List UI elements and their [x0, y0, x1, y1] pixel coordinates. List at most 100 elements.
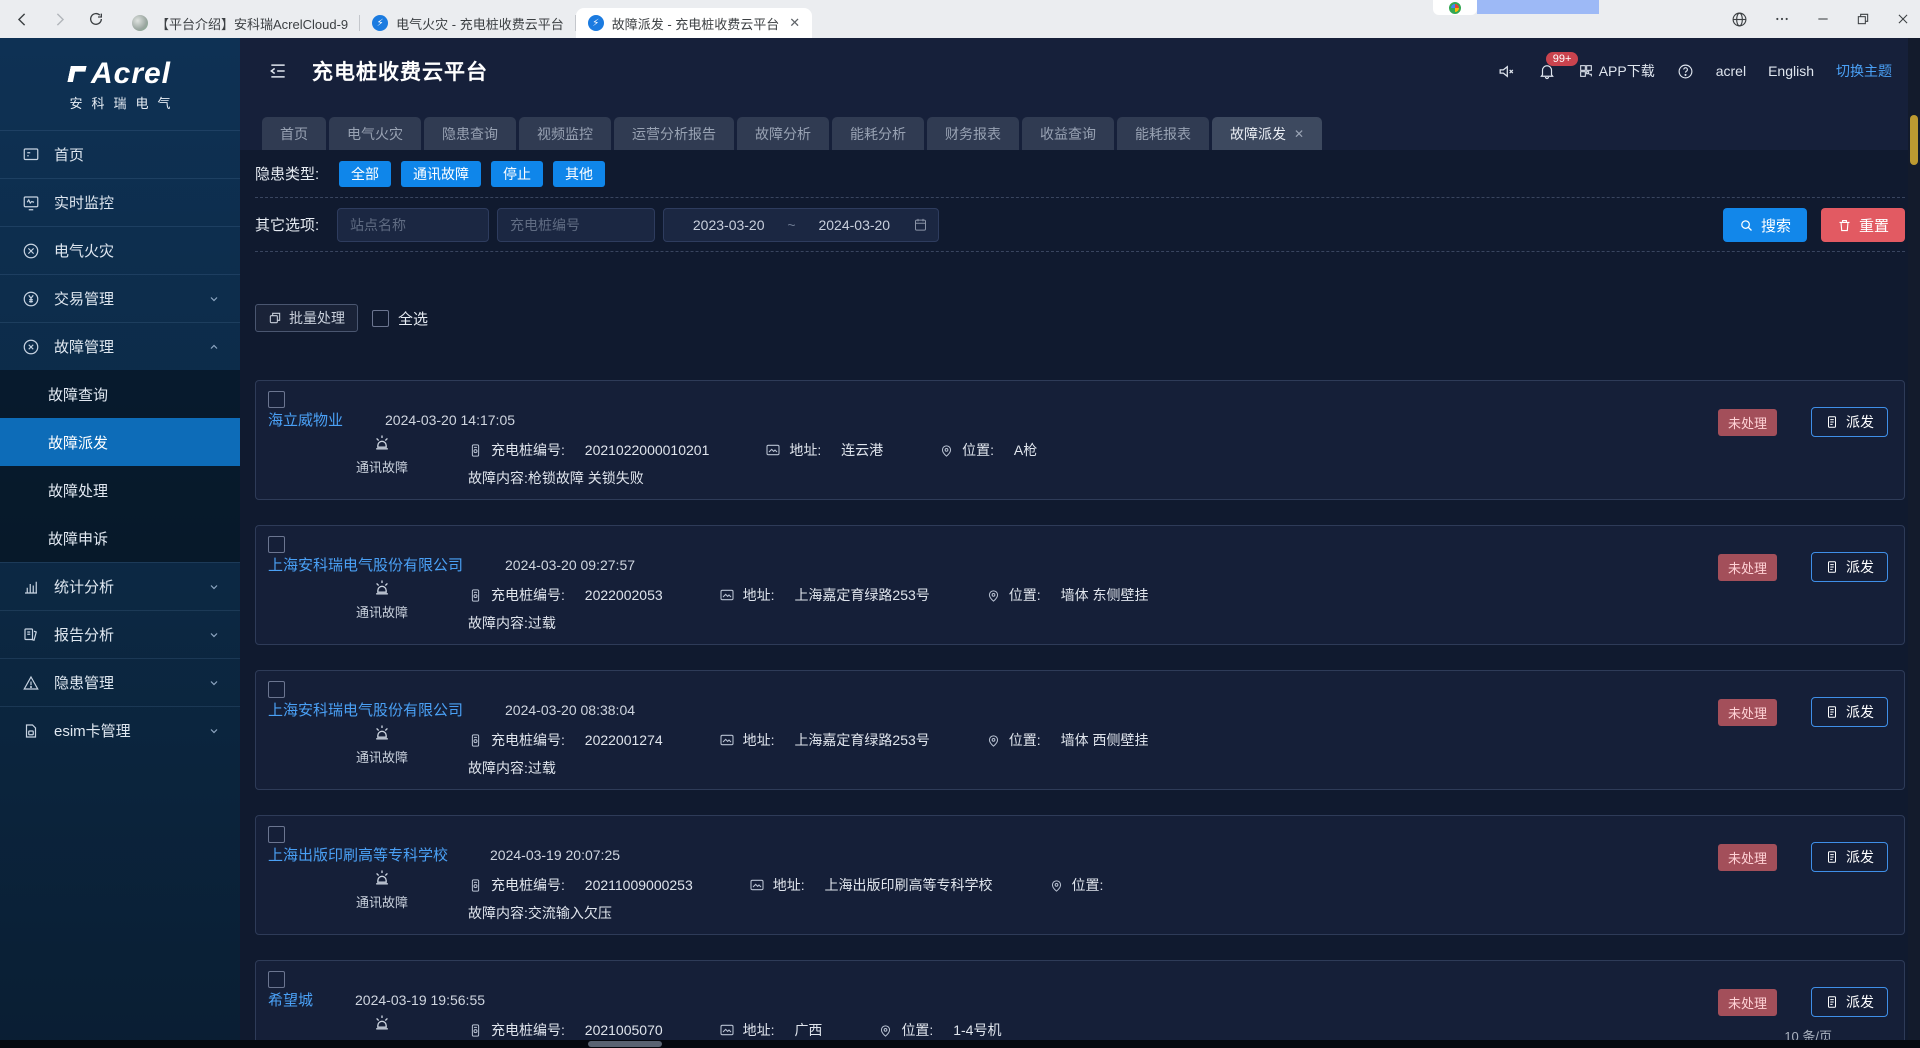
sidebar-item-monitoring[interactable]: 实时监控 [0, 178, 240, 226]
browser-back-icon[interactable] [14, 11, 31, 28]
browser-tab-2[interactable]: ⚡ 电气火灾 - 充电桩收费云平台 [360, 8, 576, 38]
horizontal-scroll-thumb[interactable] [588, 1041, 662, 1047]
pile-number-input[interactable] [497, 208, 655, 242]
location-value: 1-4号机 [953, 1020, 1001, 1040]
sidebar-item-fault-management[interactable]: 故障管理 [0, 322, 240, 370]
charging-pile-icon [468, 733, 483, 748]
fault-icon [22, 338, 40, 356]
sidebar-fold-icon[interactable] [268, 61, 288, 81]
tab-label: 财务报表 [945, 124, 1001, 144]
card-checkbox[interactable] [268, 391, 285, 408]
tab-energy-report[interactable]: 能耗报表 [1117, 117, 1209, 150]
browser-tab-1[interactable]: 【平台介绍】安科瑞AcrelCloud-9 [120, 8, 360, 38]
sidebar-item-home[interactable]: 首页 [0, 130, 240, 178]
vertical-scroll-thumb[interactable] [1910, 115, 1918, 165]
sidebar-item-esim[interactable]: esim卡管理 [0, 706, 240, 754]
vertical-scrollbar[interactable] [1908, 38, 1920, 1048]
username[interactable]: acrel [1716, 63, 1746, 79]
sidebar-item-electrical-fire[interactable]: 电气火灾 [0, 226, 240, 274]
calendar-icon[interactable] [913, 217, 928, 232]
app-download-link[interactable]: APP下载 [1578, 61, 1655, 81]
tab-close-icon[interactable]: ✕ [1294, 127, 1304, 141]
electrical-fire-icon [22, 242, 40, 260]
station-link[interactable]: 海立威物业 [268, 409, 343, 430]
horizontal-scrollbar[interactable] [0, 1040, 1920, 1048]
search-button[interactable]: 搜索 [1723, 208, 1807, 242]
date-range-picker[interactable]: 2023-03-20 ~ 2024-03-20 [663, 208, 939, 242]
sidebar-item-reports[interactable]: 报告分析 [0, 610, 240, 658]
card-checkbox[interactable] [268, 971, 285, 988]
tab-home[interactable]: 首页 [262, 117, 326, 150]
tab-fault-analysis[interactable]: 故障分析 [737, 117, 829, 150]
sidebar-item-transactions[interactable]: 交易管理 [0, 274, 240, 322]
sidebar-item-label: 交易管理 [54, 288, 194, 309]
pile-label: 充电桩编号: [491, 875, 565, 895]
mute-icon[interactable] [1497, 62, 1516, 81]
filter-chip-all[interactable]: 全部 [339, 161, 391, 187]
filter-chip-comm-fault[interactable]: 通讯故障 [401, 161, 481, 187]
card-checkbox[interactable] [268, 826, 285, 843]
station-link[interactable]: 上海安科瑞电气股份有限公司 [268, 554, 463, 575]
status-badge: 未处理 [1718, 989, 1777, 1016]
fault-time: 2024-03-20 09:27:57 [505, 557, 635, 573]
browser-menu-icon[interactable] [1774, 11, 1790, 27]
sidebar-item-label: 实时监控 [54, 192, 220, 213]
sidebar-item-fault-query[interactable]: 故障查询 [0, 370, 240, 418]
location-pin-icon [986, 733, 1001, 748]
location-label: 位置: [1009, 730, 1041, 750]
theme-switch-link[interactable]: 切换主题 [1836, 61, 1892, 81]
location-value: A枪 [1014, 440, 1037, 460]
notifications-bell-icon[interactable]: 99+ [1538, 62, 1556, 80]
tab-revenue-query[interactable]: 收益查询 [1022, 117, 1114, 150]
station-link[interactable]: 上海出版印刷高等专科学校 [268, 844, 448, 865]
dispatch-button[interactable]: 派发 [1811, 842, 1888, 872]
tab-energy-analysis[interactable]: 能耗分析 [832, 117, 924, 150]
select-all-checkbox[interactable] [372, 310, 389, 327]
browser-tab-active[interactable]: ⚡ 故障派发 - 充电桩收费云平台 ✕ [576, 8, 812, 38]
dispatch-button[interactable]: 派发 [1811, 697, 1888, 727]
date-start[interactable]: 2023-03-20 [674, 217, 783, 233]
reset-button[interactable]: 重置 [1821, 208, 1905, 242]
window-minimize-icon[interactable] [1816, 12, 1830, 26]
sidebar-item-hazard-management[interactable]: 隐患管理 [0, 658, 240, 706]
logo-text: Acrel [91, 57, 171, 91]
tab-video-monitor[interactable]: 视频监控 [519, 117, 611, 150]
date-end[interactable]: 2024-03-20 [800, 217, 909, 233]
window-close-icon[interactable] [1896, 12, 1910, 26]
sidebar-item-statistics[interactable]: 统计分析 [0, 562, 240, 610]
tab-close-icon[interactable]: ✕ [789, 15, 800, 31]
card-checkbox[interactable] [268, 681, 285, 698]
tab-fault-dispatch-active[interactable]: 故障派发 ✕ [1212, 117, 1322, 150]
browser-forward-icon[interactable] [51, 11, 68, 28]
card-checkbox[interactable] [268, 536, 285, 553]
main-content: 隐患类型: 全部 通讯故障 停止 其他 其它选项: 2023-03-20 ~ 2… [240, 150, 1920, 1048]
batch-process-button[interactable]: 批量处理 [255, 304, 358, 332]
help-icon[interactable] [1677, 63, 1694, 80]
filter-chip-other[interactable]: 其他 [553, 161, 605, 187]
fault-type-label: 通讯故障 [356, 747, 408, 766]
tab-operation-report[interactable]: 运营分析报告 [614, 117, 734, 150]
dispatch-button[interactable]: 派发 [1811, 552, 1888, 582]
sidebar-item-fault-dispatch[interactable]: 故障派发 [0, 418, 240, 466]
sidebar-item-fault-handle[interactable]: 故障处理 [0, 466, 240, 514]
filter-chip-stop[interactable]: 停止 [491, 161, 543, 187]
page-title: 充电桩收费云平台 [312, 56, 488, 86]
dispatch-label: 派发 [1846, 847, 1874, 867]
station-name-input[interactable] [337, 208, 489, 242]
window-restore-icon[interactable] [1856, 12, 1870, 26]
tab-hazard-query[interactable]: 隐患查询 [424, 117, 516, 150]
fault-content: 故障内容:过载 [468, 613, 1892, 633]
dispatch-button[interactable]: 派发 [1811, 407, 1888, 437]
station-link[interactable]: 上海安科瑞电气股份有限公司 [268, 699, 463, 720]
tab-finance-report[interactable]: 财务报表 [927, 117, 1019, 150]
globe-icon[interactable] [1731, 11, 1748, 28]
tab-electrical-fire[interactable]: 电气火灾 [329, 117, 421, 150]
dispatch-label: 派发 [1846, 557, 1874, 577]
language-switch[interactable]: English [1768, 63, 1814, 79]
station-link[interactable]: 希望城 [268, 989, 313, 1010]
sidebar-item-fault-appeal[interactable]: 故障申诉 [0, 514, 240, 562]
dispatch-button[interactable]: 派发 [1811, 987, 1888, 1017]
browser-refresh-icon[interactable] [88, 11, 104, 27]
sidebar-item-label: 电气火灾 [54, 240, 220, 261]
fault-type-block: 通讯故障 [334, 433, 430, 476]
